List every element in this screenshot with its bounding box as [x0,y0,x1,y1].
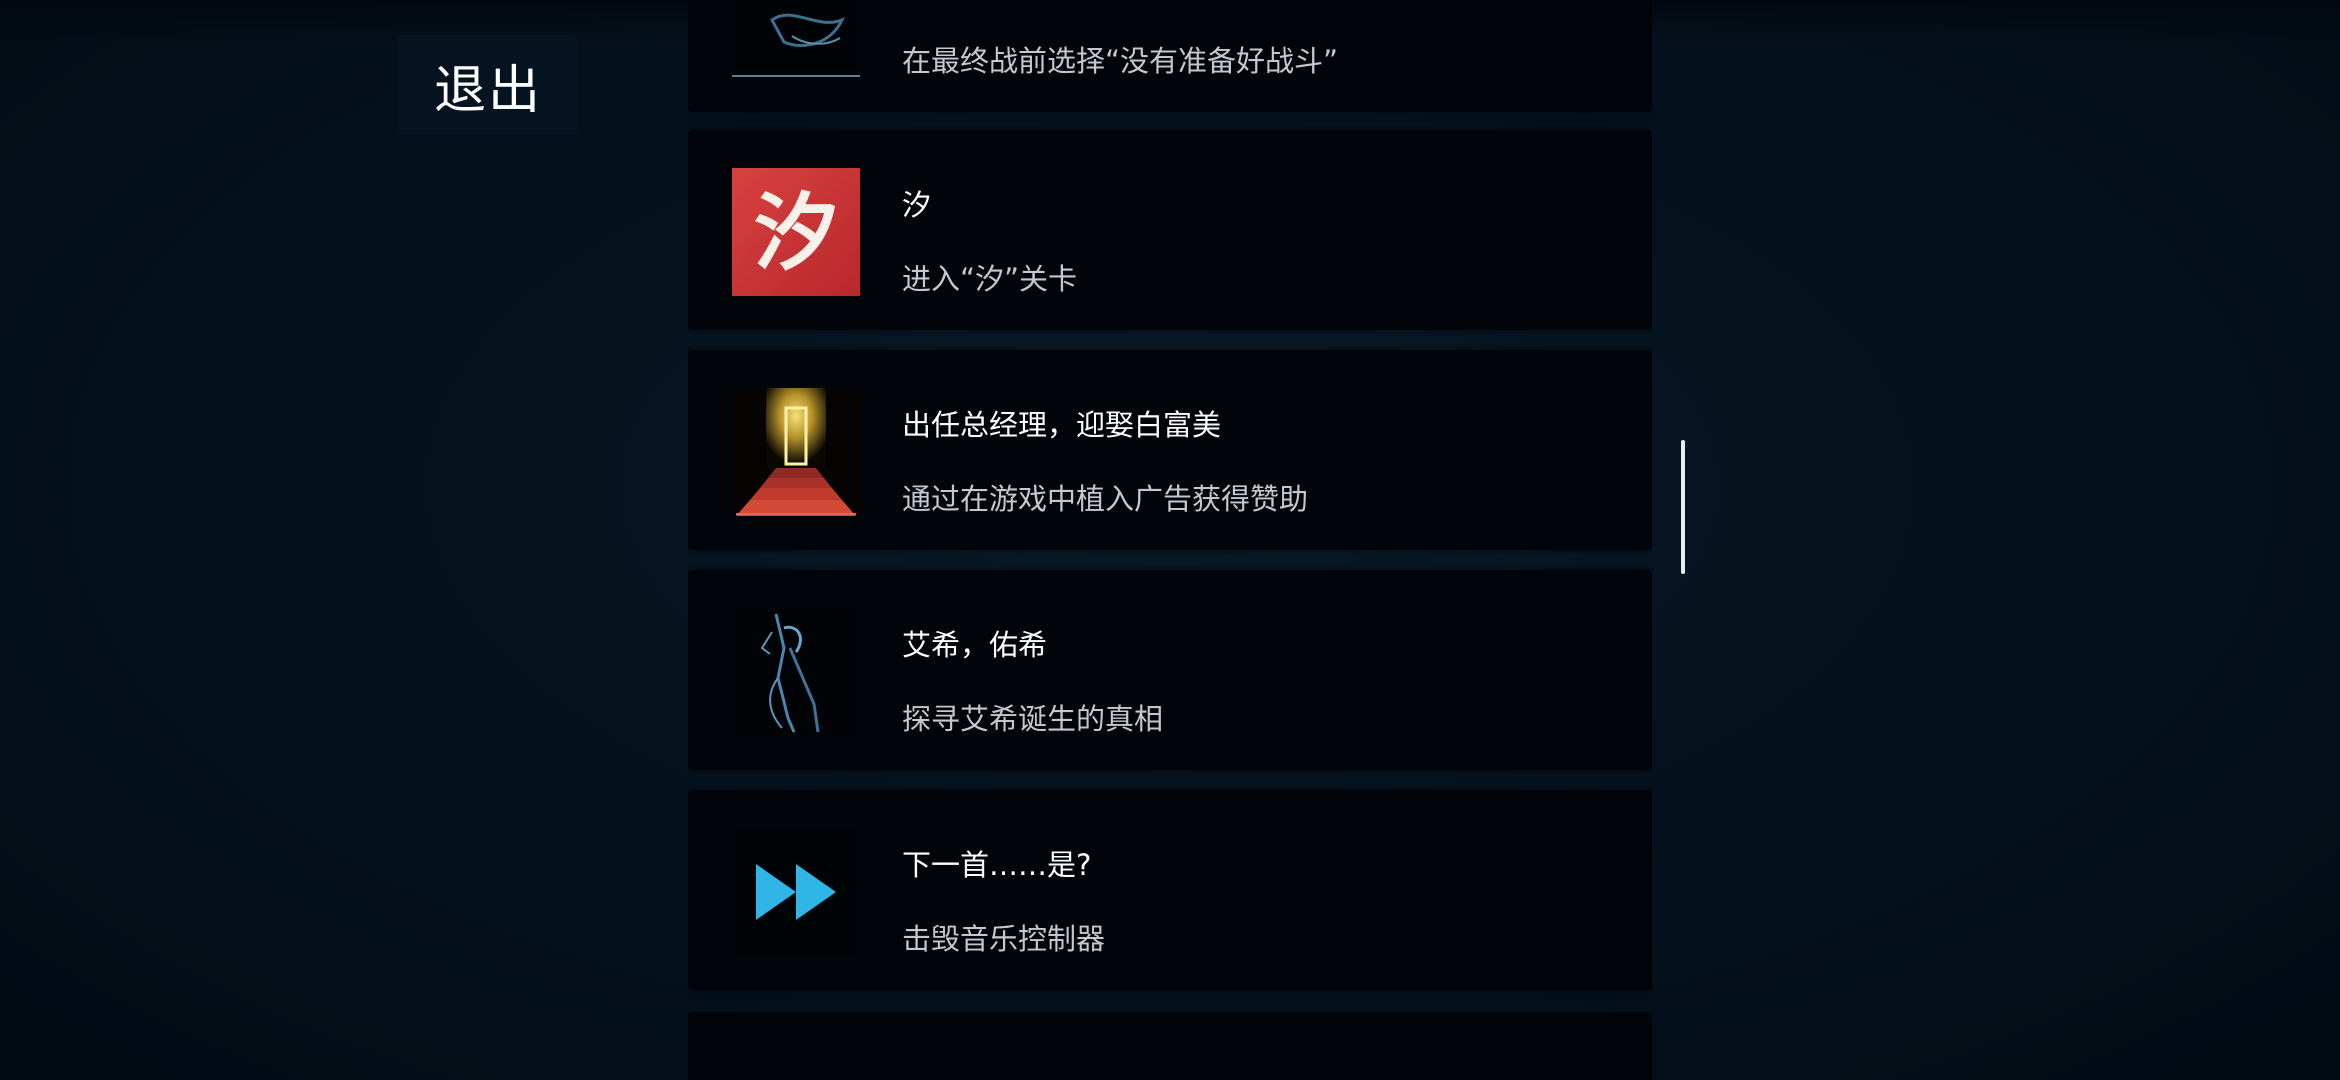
achievement-list[interactable]: 在最终战前选择“没有准备好战斗” 汐 汐 进入“汐”关卡 出任总经理，迎娶白富美… [688,0,1652,1080]
blue-scythe-icon [732,608,860,736]
exit-button[interactable]: 退出 [398,35,578,135]
achievement-card-next-partial[interactable] [688,1012,1652,1080]
achievements-screen: 退出 在最终战前选择“没有准备好战斗” 汐 汐 进入“汐”关卡 出任总经理，迎娶… [0,0,2340,1080]
achievement-description: 在最终战前选择“没有准备好战斗” [902,44,1339,78]
achievement-title: 艾希，佑希 [902,628,1048,662]
fast-forward-icon [732,828,860,956]
achievement-description: 通过在游戏中植入广告获得赞助 [902,482,1309,516]
achievement-card-not-ready[interactable]: 在最终战前选择“没有准备好战斗” [688,0,1652,112]
golden-door-red-stairs-icon [732,388,860,516]
achievement-card-ashe[interactable]: 艾希，佑希 探寻艾希诞生的真相 [688,570,1652,770]
achievement-description: 击毁音乐控制器 [902,922,1106,956]
svg-text:汐: 汐 [754,183,838,282]
achievement-description: 探寻艾希诞生的真相 [902,702,1164,736]
achievement-card-next-song[interactable]: 下一首……是? 击毁音乐控制器 [688,790,1652,990]
achievement-title: 下一首……是? [902,848,1092,882]
achievement-title: 出任总经理，迎娶白富美 [902,408,1222,442]
achievement-card-general-manager[interactable]: 出任总经理，迎娶白富美 通过在游戏中植入广告获得赞助 [688,350,1652,550]
xi-calligraphy-icon: 汐 [732,168,860,296]
list-scrollbar[interactable] [1681,440,1685,574]
achievement-card-xi[interactable]: 汐 汐 进入“汐”关卡 [688,130,1652,330]
achievement-title: 汐 [902,188,932,222]
achievement-description: 进入“汐”关卡 [902,262,1078,296]
blue-creature-icon [732,0,860,78]
